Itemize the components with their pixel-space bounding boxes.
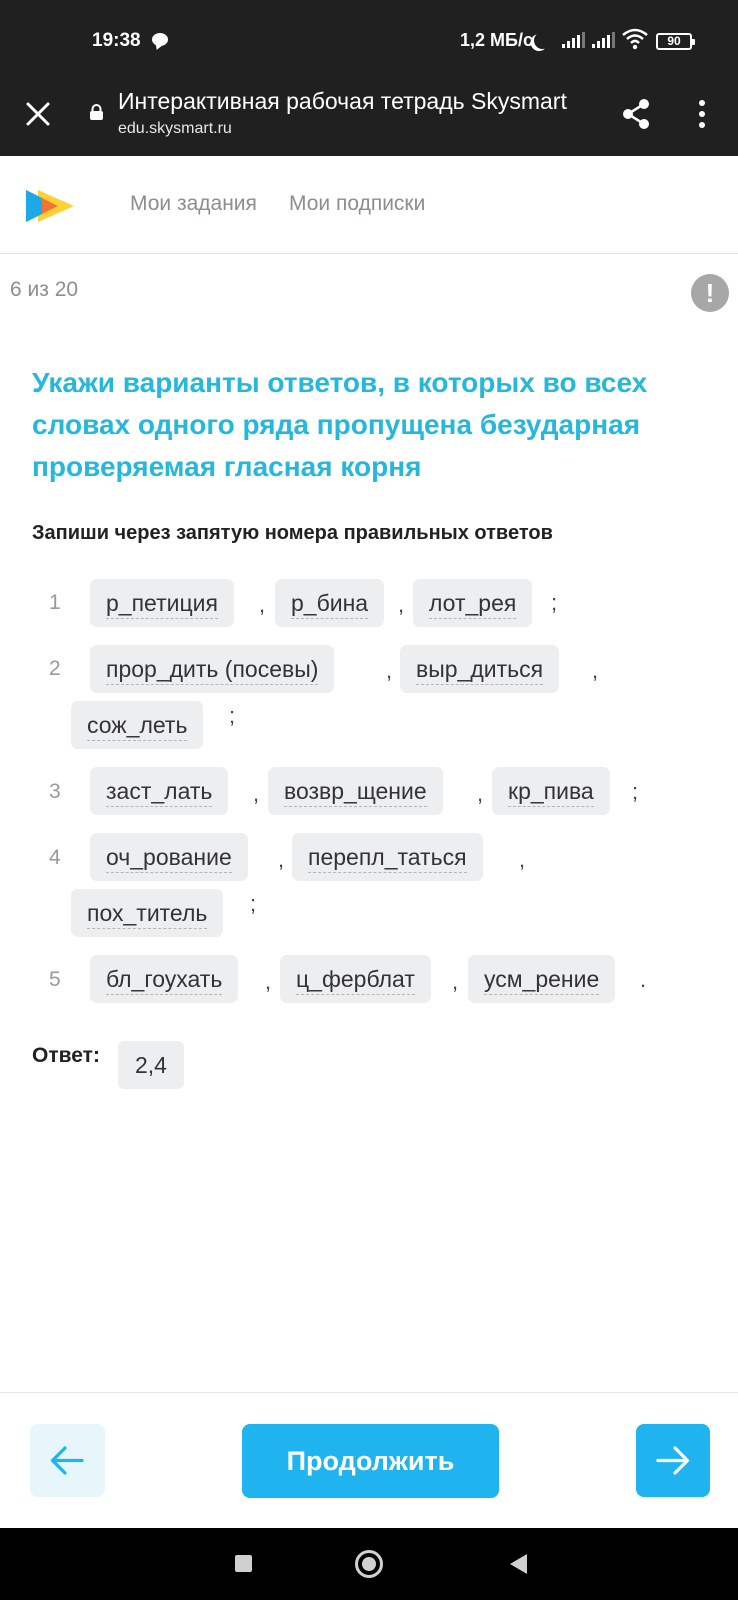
arrow-right-icon: [656, 1446, 690, 1475]
divider: [0, 1392, 738, 1393]
skysmart-logo[interactable]: [22, 186, 76, 226]
system-navigation-bar: [0, 1528, 738, 1600]
browser-toolbar: Интерактивная рабочая тетрадь Skysmart e…: [0, 84, 738, 156]
option-number: 2: [49, 657, 61, 680]
close-icon[interactable]: [24, 100, 52, 128]
lock-icon: [90, 104, 103, 120]
word-chip: пох_титель: [71, 889, 224, 937]
word-chip: возвр_щение: [268, 767, 443, 815]
task-progress: 6 из 20: [10, 278, 79, 301]
item-end: ;: [632, 779, 639, 804]
separator: ,: [265, 969, 272, 994]
recent-apps-icon[interactable]: [235, 1555, 252, 1572]
separator: ,: [386, 658, 393, 683]
answer-input[interactable]: 2,4: [118, 1041, 184, 1089]
status-bar: 19:38 1,2 МБ/с 90: [0, 0, 738, 84]
option-number: 5: [49, 968, 61, 991]
more-vertical-icon[interactable]: [690, 98, 714, 130]
answer-label: Ответ:: [32, 1044, 100, 1067]
nav-my-subscriptions[interactable]: Мои подписки: [289, 192, 425, 216]
signal-icon: [562, 32, 586, 48]
instruction-text: Запиши через запятую номера правильных о…: [32, 522, 553, 544]
separator: ,: [452, 969, 459, 994]
word-chip: кр_пива: [492, 767, 610, 815]
item-end: ;: [250, 891, 257, 916]
continue-button[interactable]: Продолжить: [242, 1424, 499, 1498]
word-chip: прор_дить (посевы): [90, 645, 335, 693]
nav-my-tasks[interactable]: Мои задания: [130, 192, 257, 216]
word-chip: бл_гоухать: [90, 955, 239, 1003]
previous-button[interactable]: [30, 1424, 105, 1497]
option-number: 3: [49, 780, 61, 803]
word-chip: ц_ферблат: [280, 955, 431, 1003]
item-end: ;: [551, 590, 558, 615]
next-button[interactable]: [636, 1424, 710, 1497]
browser-page-title: Интерактивная рабочая тетрадь Skysmart: [118, 88, 567, 114]
chat-notification-icon: [152, 33, 168, 46]
wifi-icon: [622, 28, 648, 50]
separator: ,: [278, 847, 285, 872]
item-end: .: [640, 967, 647, 992]
share-icon[interactable]: [620, 97, 652, 131]
status-time: 19:38: [92, 30, 141, 51]
separator: ,: [592, 658, 599, 683]
arrow-left-icon: [50, 1446, 84, 1475]
separator: ,: [477, 781, 484, 806]
option-number: 4: [49, 846, 61, 869]
separator: ,: [398, 592, 405, 617]
browser-url[interactable]: edu.skysmart.ru: [118, 120, 232, 138]
battery-indicator: 90: [656, 33, 695, 50]
back-icon[interactable]: [510, 1554, 527, 1574]
word-chip: перепл_таться: [292, 833, 483, 881]
word-chip: лот_рея: [413, 579, 533, 627]
separator: ,: [259, 592, 266, 617]
word-chip: оч_рование: [90, 833, 248, 881]
network-speed: 1,2 МБ/с: [460, 30, 533, 50]
exclamation-icon[interactable]: !: [691, 274, 729, 312]
moon-icon: [531, 29, 554, 52]
separator: ,: [253, 781, 260, 806]
signal-icon: [592, 32, 616, 48]
question-text: Укажи варианты ответов, в которых во все…: [32, 367, 648, 482]
home-icon[interactable]: [355, 1550, 383, 1578]
site-header: Мои задания Мои подписки: [0, 156, 738, 254]
word-chip: выр_диться: [400, 645, 560, 693]
word-chip: заст_лать: [90, 767, 229, 815]
option-number: 1: [49, 591, 61, 614]
word-chip: усм_рение: [468, 955, 616, 1003]
separator: ,: [519, 847, 526, 872]
word-chip: сож_леть: [71, 701, 204, 749]
item-end: ;: [229, 703, 236, 728]
word-chip: р_бина: [275, 579, 385, 627]
word-chip: р_петиция: [90, 579, 234, 627]
